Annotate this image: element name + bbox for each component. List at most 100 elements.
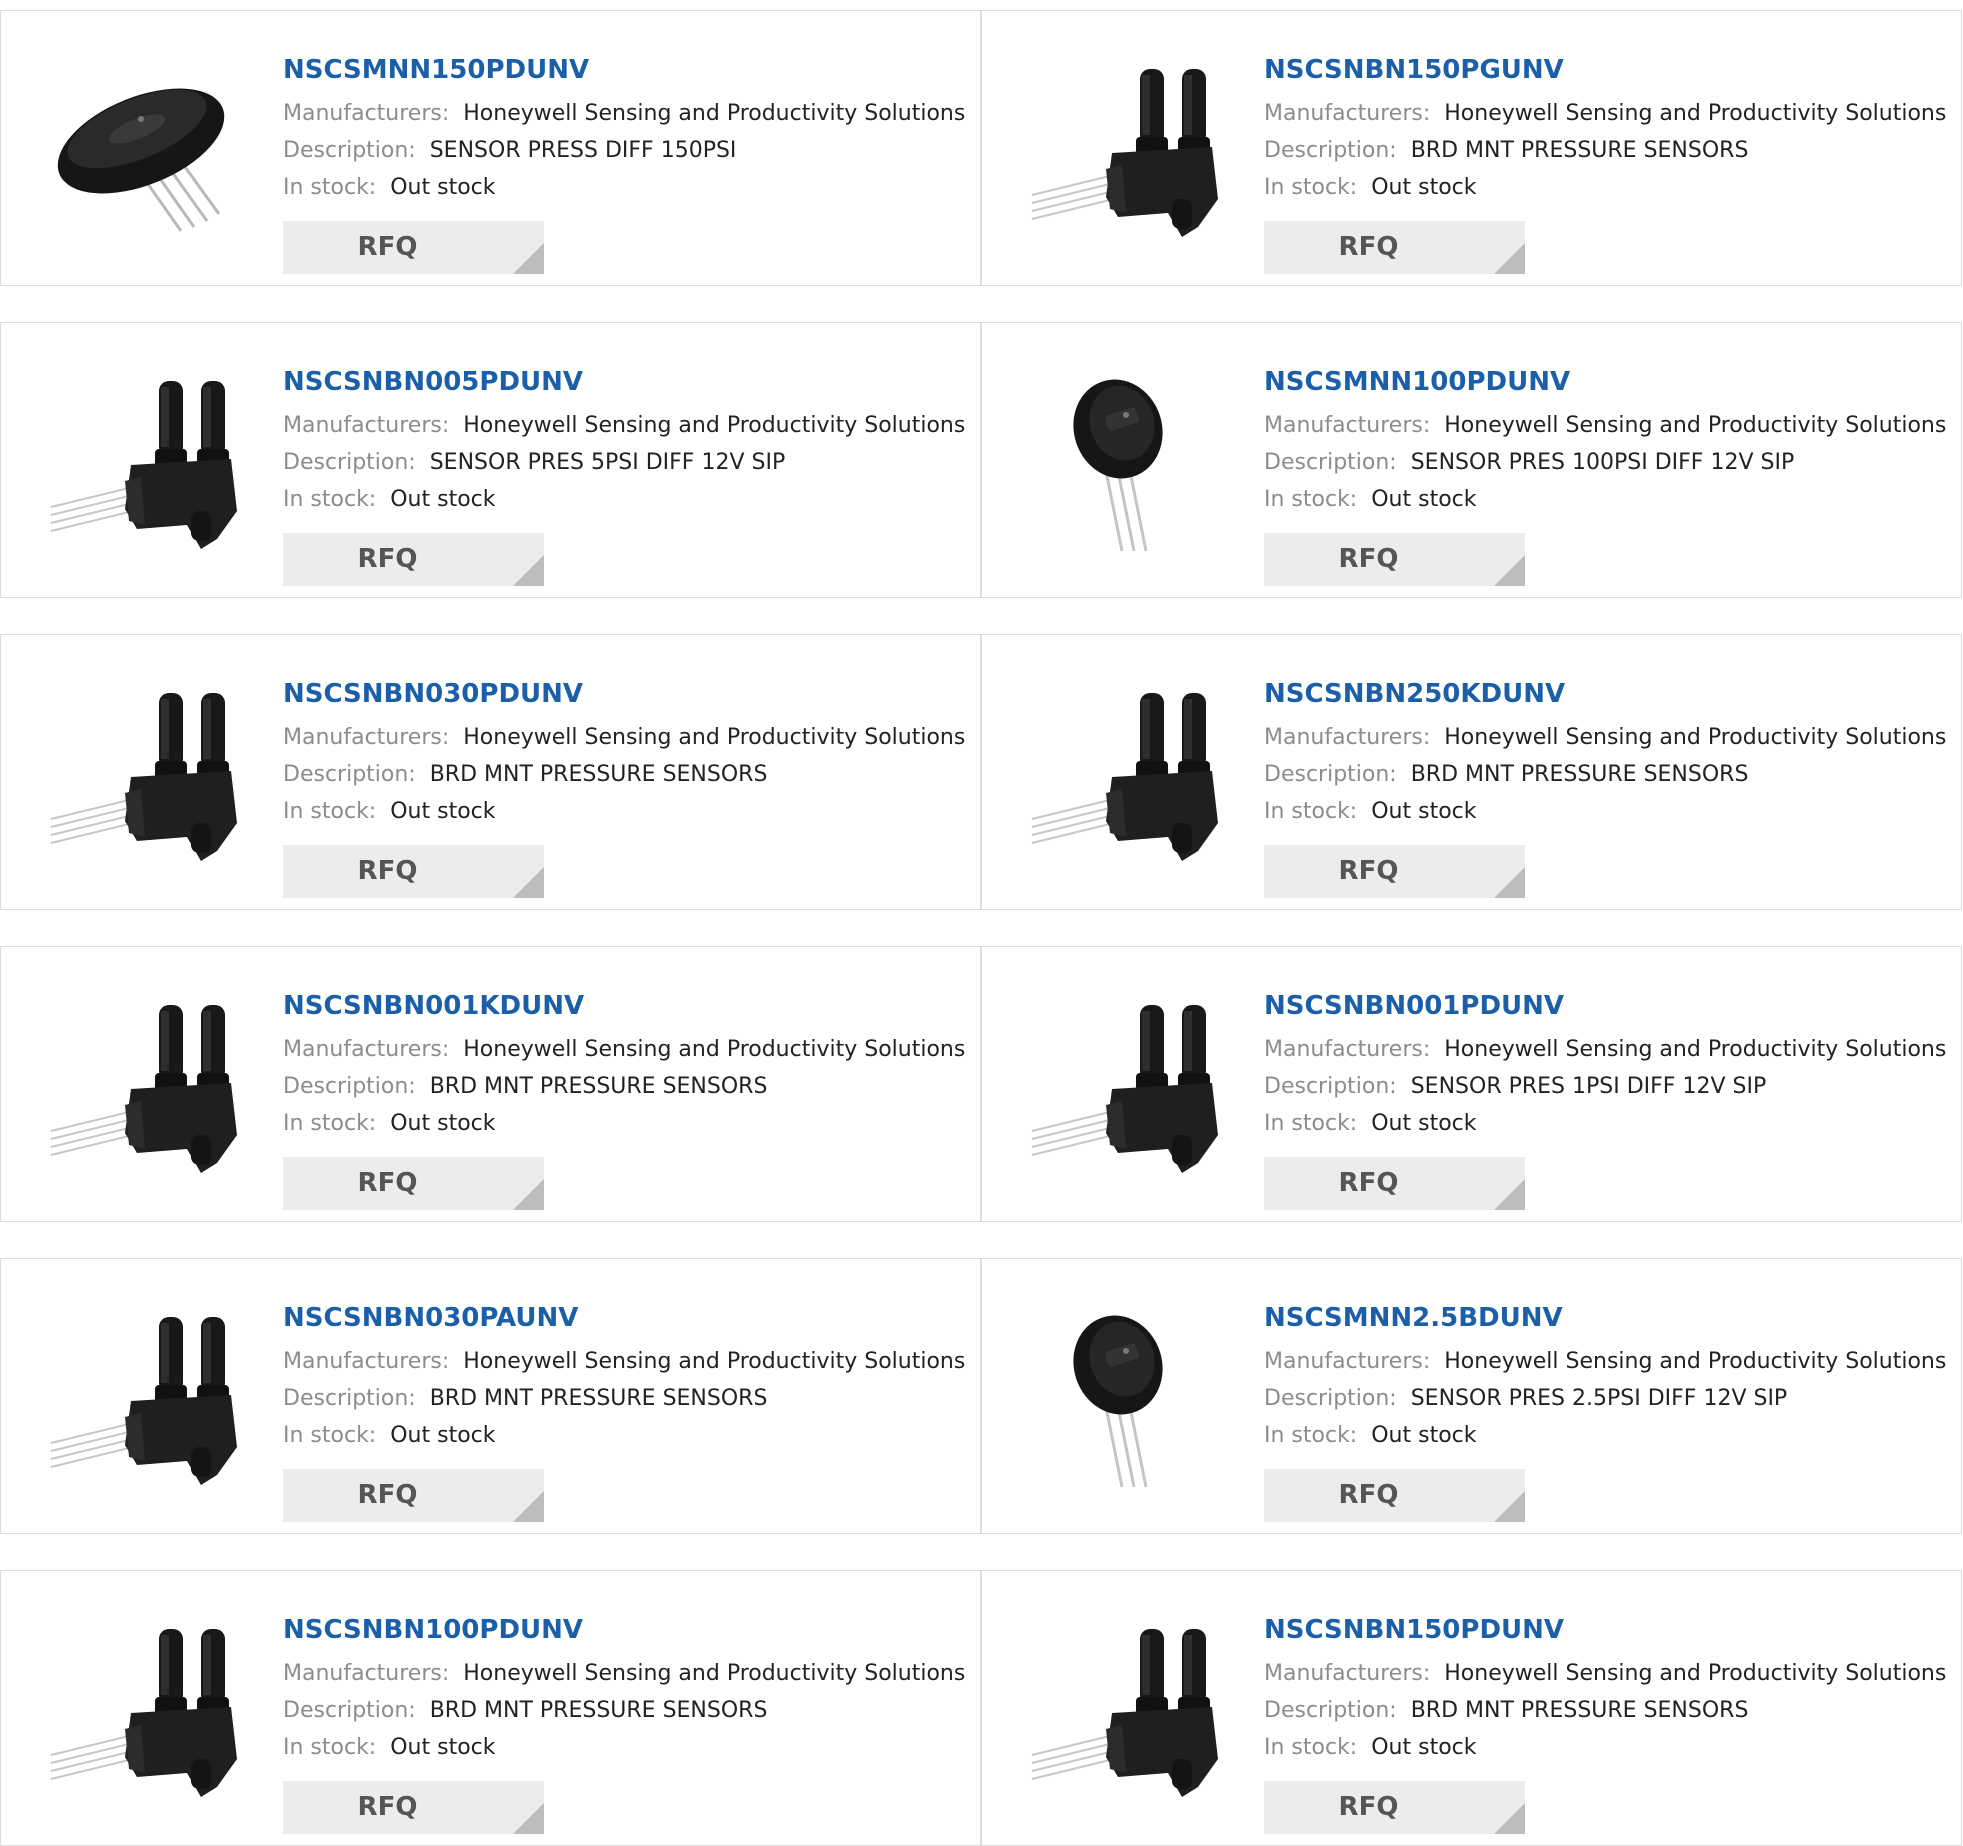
rfq-button[interactable]: RFQ [283,1781,544,1834]
manufacturer-row: Manufacturers: Honeywell Sensing and Prod… [283,407,965,444]
rfq-button[interactable]: RFQ [1264,221,1525,274]
part-number-link[interactable]: NSCSMNN100PDUNV [1264,357,1944,407]
stock-row: In stock: Out stock [1264,481,1944,518]
stock-row: In stock: Out stock [283,793,963,830]
product-image[interactable] [1022,673,1226,877]
stock-value: Out stock [1371,1735,1477,1760]
part-number-link[interactable]: NSCSNBN001KDUNV [283,981,963,1031]
product-info: NSCSNBN100PDUNV Manufacturers: Honeywell … [283,1605,965,1766]
product-info: NSCSNBN001KDUNV Manufacturers: Honeywell … [283,981,965,1142]
product-card: NSCSNBN150PGUNV Manufacturers: Honeywell … [981,10,1962,286]
part-number-link[interactable]: NSCSNBN150PGUNV [1264,45,1944,95]
product-image[interactable] [1022,49,1226,253]
description-row: Description: BRD MNT PRESSURE SENSORS [1264,756,1944,793]
manufacturers-label: Manufacturers: [283,101,450,126]
product-card: NSCSNBN250KDUNV Manufacturers: Honeywell … [981,634,1962,910]
round-sensor-horizontal-icon [57,88,225,232]
part-number-link[interactable]: NSCSNBN030PDUNV [283,669,963,719]
product-image[interactable] [41,673,245,877]
product-image[interactable] [41,361,245,565]
manufacturer-row: Manufacturers: Honeywell Sensing and Prod… [1264,1343,1947,1380]
dual-port-sensor-icon [1031,1005,1218,1173]
product-info: NSCSMNN150PDUNV Manufacturers: Honeywell … [283,45,966,206]
rfq-button[interactable]: RFQ [1264,845,1525,898]
part-number-link[interactable]: NSCSNBN001PDUNV [1264,981,1944,1031]
stock-value: Out stock [1371,799,1477,824]
corner-triangle-icon [513,1803,544,1834]
product-image[interactable] [41,985,245,1189]
corner-triangle-icon [1494,555,1525,586]
dual-port-sensor-icon [1031,1629,1218,1797]
part-number-link[interactable]: NSCSNBN005PDUNV [283,357,963,407]
rfq-button[interactable]: RFQ [283,221,544,274]
manufacturer-row: Manufacturers: Honeywell Sensing and Prod… [283,1343,965,1380]
manufacturer-value: Honeywell Sensing and Productivity Solut… [1444,1349,1947,1374]
part-number-link[interactable]: NSCSNBN150PDUNV [1264,1605,1944,1655]
product-card: NSCSNBN030PDUNV Manufacturers: Honeywell … [0,634,981,910]
stock-value: Out stock [390,175,496,200]
manufacturers-label: Manufacturers: [283,1661,450,1686]
rfq-button-label: RFQ [357,856,418,886]
corner-triangle-icon [1494,867,1525,898]
manufacturer-value: Honeywell Sensing and Productivity Solut… [463,101,966,126]
part-number-link[interactable]: NSCSMNN2.5BDUNV [1264,1293,1944,1343]
manufacturer-value: Honeywell Sensing and Productivity Solut… [1444,101,1947,126]
manufacturers-label: Manufacturers: [283,413,450,438]
rfq-button[interactable]: RFQ [1264,1157,1525,1210]
in-stock-label: In stock: [283,1111,377,1136]
stock-row: In stock: Out stock [283,1729,963,1766]
product-image[interactable] [41,1297,245,1501]
product-image[interactable] [41,1609,245,1813]
description-value: BRD MNT PRESSURE SENSORS [1410,138,1749,163]
corner-triangle-icon [1494,1803,1525,1834]
manufacturer-value: Honeywell Sensing and Productivity Solut… [463,725,966,750]
stock-row: In stock: Out stock [1264,1417,1944,1454]
product-info: NSCSNBN030PAUNV Manufacturers: Honeywell … [283,1293,965,1454]
manufacturer-row: Manufacturers: Honeywell Sensing and Prod… [1264,719,1946,756]
in-stock-label: In stock: [283,175,377,200]
part-number-link[interactable]: NSCSNBN100PDUNV [283,1605,963,1655]
stock-row: In stock: Out stock [283,481,963,518]
product-image[interactable] [1022,1609,1226,1813]
product-image[interactable] [1022,985,1226,1189]
rfq-button[interactable]: RFQ [1264,1469,1525,1522]
rfq-button-label: RFQ [357,232,418,262]
product-card: NSCSNBN100PDUNV Manufacturers: Honeywell … [0,1570,981,1846]
description-row: Description: BRD MNT PRESSURE SENSORS [1264,1692,1944,1729]
rfq-button[interactable]: RFQ [1264,533,1525,586]
description-label: Description: [283,762,416,787]
part-number-link[interactable]: NSCSNBN030PAUNV [283,1293,963,1343]
product-card: NSCSNBN150PDUNV Manufacturers: Honeywell … [981,1570,1962,1846]
description-value: SENSOR PRES 100PSI DIFF 12V SIP [1410,450,1795,475]
product-info: NSCSNBN001PDUNV Manufacturers: Honeywell … [1264,981,1947,1142]
rfq-button-label: RFQ [357,1480,418,1510]
corner-triangle-icon [513,555,544,586]
manufacturer-row: Manufacturers: Honeywell Sensing and Prod… [283,1031,965,1068]
manufacturers-label: Manufacturers: [283,1037,450,1062]
corner-triangle-icon [1494,1179,1525,1210]
manufacturer-row: Manufacturers: Honeywell Sensing and Prod… [283,719,966,756]
manufacturer-value: Honeywell Sensing and Productivity Solut… [1444,1037,1947,1062]
product-info: NSCSNBN150PGUNV Manufacturers: Honeywell … [1264,45,1947,206]
stock-value: Out stock [390,1423,496,1448]
rfq-button[interactable]: RFQ [283,1157,544,1210]
rfq-button[interactable]: RFQ [283,845,544,898]
rfq-button[interactable]: RFQ [283,1469,544,1522]
product-image[interactable] [41,49,245,253]
description-label: Description: [283,1386,416,1411]
stock-row: In stock: Out stock [283,1105,963,1142]
in-stock-label: In stock: [283,487,377,512]
product-card: NSCSNBN030PAUNV Manufacturers: Honeywell … [0,1258,981,1534]
stock-value: Out stock [390,1735,496,1760]
product-info: NSCSNBN250KDUNV Manufacturers: Honeywell … [1264,669,1946,830]
rfq-button[interactable]: RFQ [283,533,544,586]
part-number-link[interactable]: NSCSMNN150PDUNV [283,45,963,95]
manufacturers-label: Manufacturers: [1264,1349,1431,1374]
part-number-link[interactable]: NSCSNBN250KDUNV [1264,669,1944,719]
description-value: SENSOR PRES 1PSI DIFF 12V SIP [1410,1074,1767,1099]
product-image[interactable] [1022,361,1226,565]
rfq-button[interactable]: RFQ [1264,1781,1525,1834]
description-label: Description: [1264,138,1397,163]
manufacturers-label: Manufacturers: [283,725,450,750]
product-image[interactable] [1022,1297,1226,1501]
